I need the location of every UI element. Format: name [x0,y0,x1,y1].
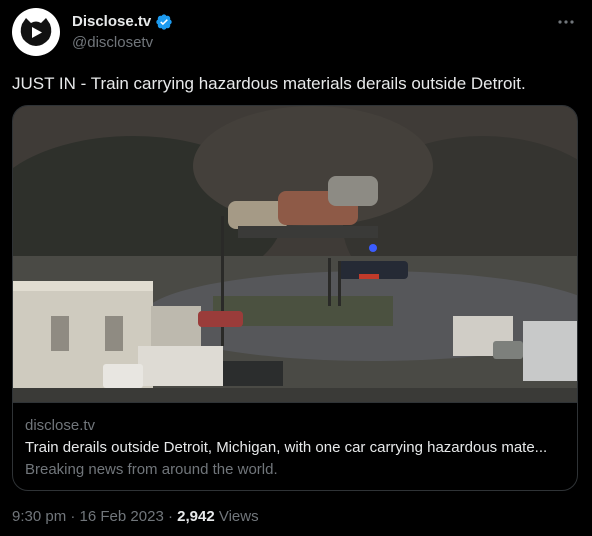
author-name-row[interactable]: Disclose.tv [72,12,173,32]
disclose-tv-logo-icon [16,12,56,52]
views-count[interactable]: 2,942 [177,508,215,525]
meta-separator: · [66,508,80,525]
views-label: Views [214,508,259,525]
card-divider [13,402,577,403]
card-description: Breaking news from around the world. [25,461,278,478]
tweet-date[interactable]: 16 Feb 2023 [80,508,164,525]
tweet: Disclose.tv @disclosetv JUST IN - Train … [0,0,592,536]
author-handle[interactable]: @disclosetv [72,33,153,53]
more-horizontal-icon [558,20,574,24]
avatar[interactable] [12,8,60,56]
card-domain[interactable]: disclose.tv [25,416,95,436]
card-title[interactable]: Train derails outside Detroit, Michigan,… [25,438,565,458]
author-display-name[interactable]: Disclose.tv [72,12,151,32]
tweet-time[interactable]: 9:30 pm [12,508,66,525]
more-options-button[interactable] [554,12,578,32]
link-card[interactable]: disclose.tv Train derails outside Detroi… [12,105,578,491]
meta-separator: · [163,508,178,525]
card-image[interactable] [13,106,577,402]
tweet-text: JUST IN - Train carrying hazardous mater… [12,74,526,93]
tweet-meta: 9:30 pm · 16 Feb 2023 · 2,942 Views [12,507,259,527]
verified-badge-icon [156,14,172,30]
